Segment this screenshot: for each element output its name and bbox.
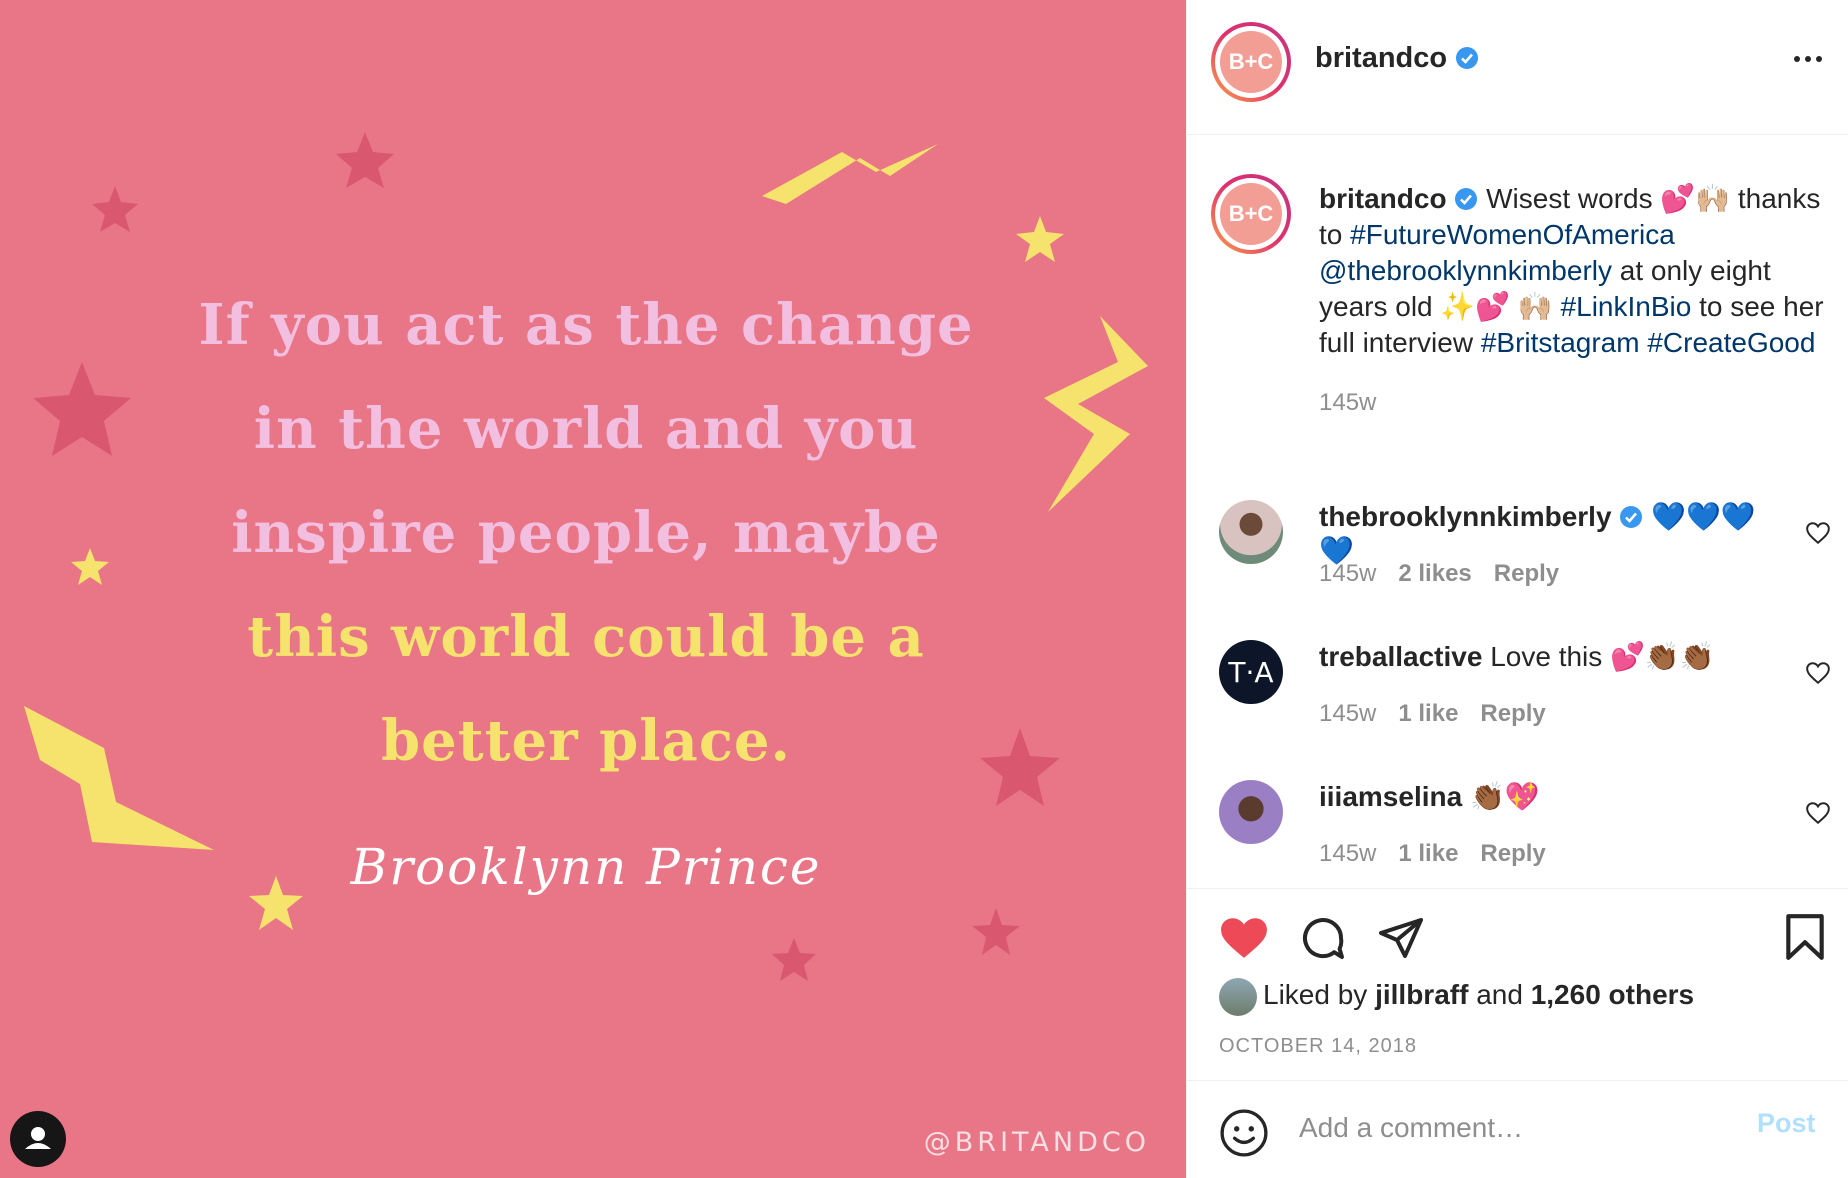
quote-line-2: in the world and you — [253, 396, 919, 462]
add-comment-form: Post — [1187, 1080, 1848, 1178]
comment-text: treballactive Love this 💕👏🏾👏🏾 — [1319, 640, 1779, 674]
verified-badge-icon — [1620, 506, 1643, 528]
commenter-avatar[interactable]: T·A — [1219, 640, 1283, 704]
post-caption: britandco Wisest words 💕🙌🏼 thanks to #Fu… — [1319, 181, 1829, 421]
header-divider — [1187, 134, 1848, 135]
post-actions-bar — [1187, 908, 1848, 968]
comment-like-heart-icon[interactable] — [1805, 660, 1831, 686]
verified-badge-icon — [1456, 47, 1479, 69]
reply-button[interactable]: Reply — [1494, 560, 1559, 587]
quote-author-signature: Brooklynn Prince — [350, 838, 822, 896]
liker-avatar[interactable] — [1219, 978, 1257, 1016]
commenter-avatar[interactable] — [1219, 780, 1283, 844]
avatar-logo-text: B+C — [1220, 183, 1282, 245]
star-shape — [1016, 216, 1064, 262]
caption-avatar[interactable]: B+C — [1211, 174, 1291, 254]
comment-like-heart-icon[interactable] — [1805, 520, 1831, 546]
likes-middle: and — [1468, 979, 1531, 1010]
user-icon — [25, 1127, 51, 1149]
comment-time[interactable]: 145w — [1319, 840, 1376, 867]
emoji-picker-icon[interactable] — [1219, 1108, 1269, 1158]
reply-button[interactable]: Reply — [1480, 700, 1545, 727]
comment-item: thebrooklynnkimberly 💙💙💙💙 145w 2 likes Rep… — [1187, 500, 1848, 620]
like-heart-icon[interactable] — [1219, 914, 1269, 960]
comment-likes[interactable]: 2 likes — [1398, 560, 1471, 587]
lightning-bolt-shape — [762, 144, 938, 204]
comment-username[interactable]: treballactive — [1319, 641, 1482, 672]
caption-link[interactable]: #Britstagram — [1481, 327, 1640, 358]
more-options-icon[interactable] — [1793, 54, 1823, 64]
caption-link[interactable]: #LinkInBio — [1561, 291, 1692, 322]
comment-likes[interactable]: 1 like — [1398, 700, 1458, 727]
verified-badge-icon — [1455, 188, 1478, 210]
star-shape — [772, 938, 816, 981]
avatar-logo-text: B+C — [1220, 31, 1282, 93]
post-comment-button[interactable]: Post — [1757, 1108, 1816, 1139]
reply-button[interactable]: Reply — [1480, 840, 1545, 867]
comment-item: iiiamselina 👏🏾💖 145w 1 like Reply — [1187, 780, 1848, 900]
header-avatar[interactable]: B+C — [1211, 22, 1291, 102]
comment-text: thebrooklynnkimberly 💙💙💙💙 — [1319, 500, 1779, 568]
quote-line-5: better place. — [380, 708, 792, 774]
quote-line-3: inspire people, maybe — [231, 500, 941, 566]
image-watermark: @BRITANDCO — [923, 1127, 1150, 1158]
comment-time[interactable]: 145w — [1319, 560, 1376, 587]
star-shape — [92, 186, 138, 232]
comment-meta: 145w 1 like Reply — [1319, 840, 1546, 868]
comment-meta: 145w 2 likes Reply — [1319, 560, 1559, 588]
add-comment-input[interactable] — [1297, 1100, 1721, 1156]
comment-body: 👏🏾💖 — [1469, 781, 1540, 812]
caption-link[interactable]: #FutureWomenOfAmerica — [1350, 219, 1675, 250]
star-shape — [336, 132, 394, 188]
likes-count-link[interactable]: 1,260 others — [1531, 979, 1694, 1010]
save-bookmark-icon[interactable] — [1783, 912, 1827, 962]
liker-username[interactable]: jillbraff — [1375, 979, 1468, 1010]
quote-line-1: If you act as the change — [198, 292, 974, 358]
comment-time[interactable]: 145w — [1319, 700, 1376, 727]
star-shape — [972, 908, 1020, 955]
post-side-panel: B+C britandco B+C britandco Wisest words… — [1186, 0, 1848, 1178]
share-paper-plane-icon[interactable] — [1377, 914, 1425, 962]
quote-line-4: this world could be a — [247, 604, 925, 670]
likes-prefix: Liked by — [1263, 979, 1376, 1010]
actions-divider — [1187, 888, 1848, 889]
caption-link[interactable]: @thebrooklynnkimberly — [1319, 255, 1612, 286]
likes-summary: Liked by jillbraff and 1,260 others — [1219, 978, 1694, 1016]
tagged-user-button[interactable] — [10, 1111, 66, 1167]
caption-time[interactable]: 145w — [1319, 385, 1829, 421]
comment-like-heart-icon[interactable] — [1805, 800, 1831, 826]
comment-username[interactable]: iiiamselina — [1319, 781, 1462, 812]
decorative-stars-and-bolts — [24, 132, 1148, 981]
caption-username[interactable]: britandco — [1319, 183, 1447, 214]
post-image[interactable]: If you act as the change in the world an… — [0, 0, 1186, 1178]
commenter-avatar[interactable] — [1219, 500, 1283, 564]
caption-link[interactable]: #CreateGood — [1647, 327, 1815, 358]
header-user: britandco — [1315, 42, 1479, 75]
comment-meta: 145w 1 like Reply — [1319, 700, 1546, 728]
comment-bubble-icon[interactable] — [1299, 914, 1347, 962]
comment-text: iiiamselina 👏🏾💖 — [1319, 780, 1779, 814]
comment-item: T·A treballactive Love this 💕👏🏾👏🏾 145w 1 … — [1187, 640, 1848, 760]
post-date[interactable]: OCTOBER 14, 2018 — [1219, 1035, 1417, 1058]
comment-username[interactable]: thebrooklynnkimberly — [1319, 501, 1612, 532]
header-username-link[interactable]: britandco — [1315, 42, 1447, 74]
comment-body: Love this 💕👏🏾👏🏾 — [1490, 641, 1715, 672]
comment-likes[interactable]: 1 like — [1398, 840, 1458, 867]
